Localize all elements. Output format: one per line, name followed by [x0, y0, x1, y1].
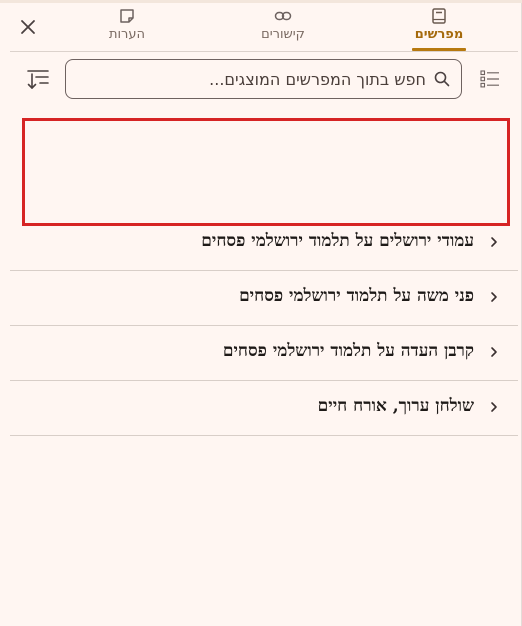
commentary-title: שולחן ערוך, אורח חיים — [317, 396, 474, 416]
commentary-title: קרבן העדה על תלמוד ירושלמי פסחים — [222, 341, 474, 361]
commentary-item[interactable]: קרבן העדה על תלמוד ירושלמי פסחים — [10, 326, 518, 381]
link-icon — [274, 11, 292, 21]
list-view-icon — [480, 70, 499, 88]
list-view-button[interactable] — [480, 69, 500, 89]
book-icon — [432, 8, 446, 24]
tab-bar: הערות קישורים מפרשים — [0, 3, 522, 52]
search-box — [65, 59, 462, 99]
search-input[interactable] — [78, 60, 426, 98]
sort-descending-icon — [27, 70, 49, 89]
tab-notes[interactable]: הערות — [82, 7, 172, 47]
commentary-item[interactable]: עמודי ירושלים על תלמוד ירושלמי פסחים — [10, 216, 518, 271]
tab-links[interactable]: קישורים — [238, 7, 328, 47]
tab-commentaries[interactable]: מפרשים — [394, 7, 484, 47]
sort-button[interactable] — [26, 67, 50, 91]
tab-commentaries-label: מפרשים — [414, 27, 464, 42]
search-icon — [434, 71, 450, 87]
commentary-item[interactable]: שולחן ערוך, אורח חיים — [10, 381, 518, 436]
chevron-right-icon — [491, 292, 497, 302]
chevron-right-icon — [491, 237, 497, 247]
tab-links-label: קישורים — [261, 27, 305, 42]
commentary-title: פני משה על תלמוד ירושלמי פסחים — [239, 286, 474, 306]
sticky-note-icon — [120, 9, 134, 23]
tab-divider — [10, 51, 518, 52]
chevron-right-icon — [491, 402, 497, 412]
commentary-item[interactable]: פני משה על תלמוד ירושלמי פסחים — [10, 271, 518, 326]
highlight-box — [22, 118, 510, 226]
commentary-title: עמודי ירושלים על תלמוד ירושלמי פסחים — [201, 231, 474, 251]
close-icon — [21, 20, 35, 34]
commentary-panel: הערות קישורים מפרשים חפש בתוך המפרשים המ… — [0, 0, 522, 626]
tab-notes-label: הערות — [108, 27, 146, 42]
chevron-right-icon — [491, 347, 497, 357]
close-button[interactable] — [18, 17, 38, 37]
